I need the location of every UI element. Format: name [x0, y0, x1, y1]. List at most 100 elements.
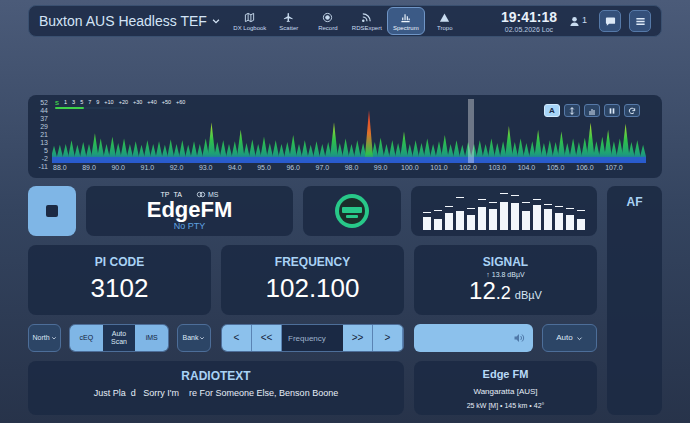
- s-meter-label: 5: [80, 100, 83, 106]
- chart-button[interactable]: A: [544, 104, 560, 117]
- stereo-icon: [196, 191, 206, 198]
- signal-decimal: .2: [496, 284, 511, 304]
- spectrum-chart[interactable]: S13579+10+20+30+40+50+60 A: [52, 99, 646, 163]
- step-button[interactable]: <: [222, 325, 252, 351]
- nav-label: RDSExpert: [352, 25, 382, 31]
- x-tick: 88.0: [53, 164, 67, 171]
- play-button[interactable]: [28, 186, 76, 236]
- x-tick: 103.0: [489, 164, 507, 171]
- toggle-label: iMS: [146, 334, 158, 342]
- noise-floor: [52, 157, 646, 163]
- signal-label: SIGNAL: [483, 253, 528, 271]
- nav-item[interactable]: Tropo: [426, 7, 464, 35]
- chart-button[interactable]: [604, 104, 620, 117]
- audio-bar-peak: [511, 195, 519, 196]
- s-meter-fill: [55, 107, 84, 109]
- frequency-input[interactable]: [282, 325, 343, 351]
- bank-dropdown[interactable]: Bank: [177, 324, 211, 352]
- transmitter-panel: Edge FM Wangaratta [AUS] 25 kW [M] • 145…: [414, 361, 597, 415]
- server-title: Buxton AUS Headless TEF: [39, 11, 207, 32]
- stop-icon: [46, 205, 58, 217]
- y-tick: 21: [40, 131, 48, 139]
- audio-bar-peak: [500, 193, 508, 194]
- nav-item[interactable]: Record: [309, 7, 347, 35]
- step-button[interactable]: >>: [343, 325, 373, 351]
- y-tick: 44: [40, 107, 48, 115]
- antenna-dropdown[interactable]: North: [28, 324, 61, 352]
- step-button[interactable]: >: [373, 325, 403, 351]
- x-tick: 101.0: [430, 164, 448, 171]
- audio-bar: [555, 192, 563, 230]
- x-tick: 102.0: [459, 164, 477, 171]
- y-tick: 29: [40, 123, 48, 131]
- audio-bar-fill: [500, 202, 508, 231]
- chart-button[interactable]: [564, 104, 580, 117]
- step-button[interactable]: <<: [252, 325, 282, 351]
- nav-item[interactable]: Scatter: [270, 7, 308, 35]
- audio-bar: [566, 192, 574, 230]
- audio-bar: [500, 192, 508, 230]
- audio-bar: [445, 192, 453, 230]
- radiotext-label: RADIOTEXT: [181, 367, 250, 385]
- audio-spectrum: [411, 186, 597, 236]
- transmitter-city: Wangaratta [AUS]: [473, 386, 537, 398]
- tuning-cursor: [468, 99, 474, 163]
- toggle-button[interactable]: iMS: [135, 325, 168, 351]
- chevron-down-icon: [576, 335, 583, 342]
- s-meter-label: +20: [119, 100, 128, 106]
- x-tick: 92.0: [170, 164, 184, 171]
- audio-bar-fill: [577, 219, 585, 230]
- x-tick: 100.0: [401, 164, 419, 171]
- nav-item[interactable]: RDSExpert: [348, 7, 386, 35]
- audio-bar-fill: [522, 211, 530, 230]
- nav-item[interactable]: DX Logbook: [231, 7, 269, 35]
- audio-bar: [577, 192, 585, 230]
- x-tick: 105.0: [547, 164, 565, 171]
- pi-label: PI CODE: [95, 253, 144, 271]
- station-name: EdgeFM: [147, 198, 233, 221]
- step-label: <<: [261, 333, 273, 343]
- frequency-value: 102.100: [266, 273, 360, 304]
- nav-item[interactable]: Spectrum: [387, 7, 425, 35]
- bars-icon: [588, 107, 596, 115]
- toggle-button[interactable]: cEQ: [70, 325, 103, 351]
- x-tick: 98.0: [345, 164, 359, 171]
- chevron-down-icon: [211, 16, 221, 26]
- chevron-down-icon: [199, 335, 205, 341]
- server-selector[interactable]: Buxton AUS Headless TEF: [39, 11, 221, 32]
- s-meter-label: S: [55, 100, 59, 106]
- s-meter-label: 1: [64, 100, 67, 106]
- nav-label: Tropo: [437, 25, 452, 31]
- audio-bar-fill: [456, 211, 464, 230]
- audio-bar: [423, 192, 431, 230]
- x-tick: 107.0: [605, 164, 623, 171]
- s-meter-track: [55, 107, 125, 109]
- audio-bar-fill: [489, 209, 497, 230]
- x-tick: 99.0: [374, 164, 388, 171]
- x-tick: 106.0: [576, 164, 594, 171]
- audio-bar-peak: [423, 212, 431, 213]
- nav-bar: DX LogbookScatterRecord RDSExpert Spectrum…: [231, 7, 464, 35]
- audio-bar: [489, 192, 497, 230]
- audio-bar: [511, 192, 519, 230]
- chart-button[interactable]: [624, 104, 640, 117]
- audio-bar: [533, 192, 541, 230]
- tropo-icon: [439, 12, 450, 23]
- mode-dropdown[interactable]: Auto: [542, 324, 597, 352]
- chat-button[interactable]: [599, 10, 621, 32]
- refresh-icon: [628, 107, 636, 115]
- x-tick: 94.0: [228, 164, 242, 171]
- volume-slider[interactable]: [414, 324, 533, 352]
- audio-bar-fill: [511, 203, 519, 230]
- y-tick: -11: [38, 163, 48, 171]
- x-tick: 90.0: [111, 164, 125, 171]
- chart-button[interactable]: [584, 104, 600, 117]
- spectrum-point-highlight: [364, 110, 373, 163]
- frequency-label: FREQUENCY: [275, 253, 350, 271]
- stereo-mode: MS: [208, 191, 219, 198]
- chart-toolbar: A: [544, 104, 640, 117]
- audio-bar-fill: [467, 215, 475, 230]
- menu-button[interactable]: [629, 10, 651, 32]
- toggle-button[interactable]: Auto Scan: [103, 325, 136, 351]
- speaker-icon: [513, 332, 525, 344]
